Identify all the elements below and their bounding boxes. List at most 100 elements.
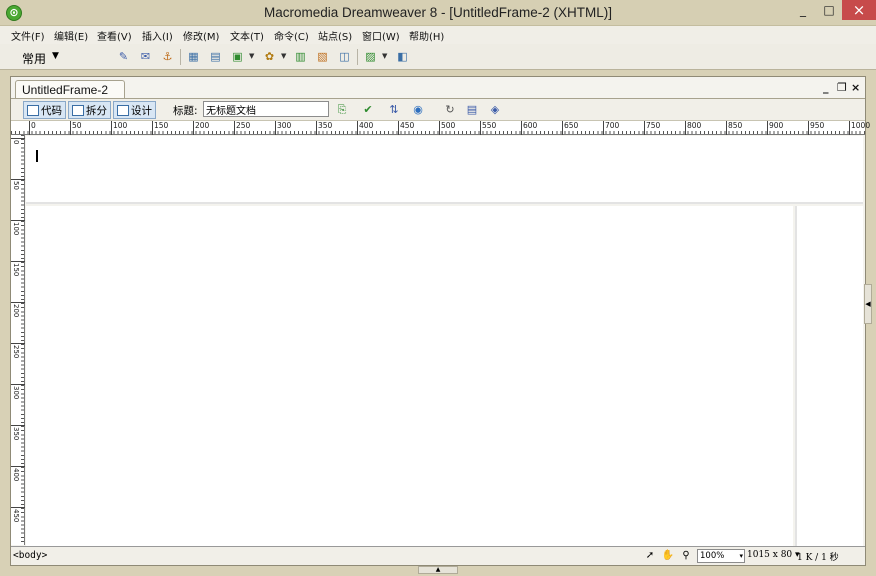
ruler-label: 50 [12, 181, 20, 190]
select-tool-icon[interactable]: ➚ [643, 549, 657, 563]
code-view-label: 代码 [41, 105, 62, 117]
refresh-icon[interactable]: ↻ [441, 102, 459, 118]
ruler-label: 450 [400, 121, 415, 130]
ruler-label: 150 [12, 263, 20, 277]
ruler-tick [11, 179, 25, 180]
ruler-tick [11, 507, 25, 508]
code-view-icon [27, 105, 39, 116]
ruler-label: 700 [605, 121, 620, 130]
doc-close-button[interactable]: × [851, 81, 860, 94]
menu-site[interactable]: 站点(S) [318, 28, 352, 43]
horizontal-ruler: 0 50 100 150 200 250 300 350 400 450 500 550 600 650 7… [11, 121, 870, 135]
chevron-down-icon[interactable]: ▼ [249, 52, 254, 60]
table-icon[interactable]: ▦ [185, 48, 202, 65]
close-button[interactable]: × [842, 0, 876, 20]
ruler-label: 250 [12, 345, 20, 359]
comment-icon[interactable]: ◫ [336, 48, 353, 65]
browser-compat-icon[interactable]: ⎘ [333, 102, 351, 118]
document-window: UntitledFrame-2 _ ❐ × 代码 拆分 设计 标题: ⎘ ✔ ⇅… [10, 76, 870, 566]
right-frame[interactable] [795, 206, 863, 546]
ruler-label: 200 [12, 304, 20, 318]
ruler-tick [111, 121, 112, 135]
preview-browser-icon[interactable]: ◉ [409, 102, 427, 118]
ruler-tick [439, 121, 440, 135]
ruler-tick [480, 121, 481, 135]
email-link-icon[interactable]: ✉ [137, 48, 154, 65]
minimize-button[interactable]: _ [790, 0, 816, 20]
zoom-tool-icon[interactable]: ⚲ [679, 549, 693, 563]
panel-expander-bottom[interactable]: ▲ [418, 566, 458, 574]
ruler-label: 150 [154, 121, 169, 130]
validate-icon[interactable]: ✔ [359, 102, 377, 118]
maximize-button[interactable]: □ [816, 0, 842, 20]
split-view-icon [72, 105, 84, 116]
menu-bar: 文件(F) 编辑(E) 查看(V) 插入(I) 修改(M) 文本(T) 命令(C… [0, 26, 876, 44]
ruler-tick [11, 425, 25, 426]
ruler-label: 200 [195, 121, 210, 130]
ruler-label: 650 [564, 121, 579, 130]
hyperlink-icon[interactable]: ✎ [115, 48, 132, 65]
menu-edit[interactable]: 编辑(E) [54, 28, 88, 43]
ruler-tick [193, 121, 194, 135]
ruler-tick [11, 220, 25, 221]
ruler-label: 350 [318, 121, 333, 130]
date-icon[interactable]: ▥ [292, 48, 309, 65]
ruler-tick [603, 121, 604, 135]
ruler-tick [11, 138, 25, 139]
chevron-down-icon[interactable]: ▼ [52, 51, 59, 61]
split-view-label: 拆分 [86, 105, 107, 117]
menu-window[interactable]: 窗口(W) [362, 28, 400, 43]
main-frame[interactable] [26, 206, 793, 546]
code-view-button[interactable]: 代码 [23, 101, 66, 119]
document-tab[interactable]: UntitledFrame-2 [15, 80, 125, 98]
doc-restore-button[interactable]: ❐ [837, 81, 847, 94]
zoom-value: 100% [700, 551, 725, 561]
ruler-label: 400 [359, 121, 374, 130]
document-toolbar: 代码 拆分 设计 标题: ⎘ ✔ ⇅ ◉ ↻ ▤ ◈ [11, 98, 865, 121]
insert-bar: 常用 ▼ ✎ ✉ ⚓ ▦ ▤ ▣ ▼ ✿ ▼ ▥ ▧ ◫ ▨ ▼ ◧ [0, 44, 876, 70]
split-view-button[interactable]: 拆分 [68, 101, 111, 119]
media-icon[interactable]: ✿ [261, 48, 278, 65]
menu-commands[interactable]: 命令(C) [274, 28, 309, 43]
doc-minimize-button[interactable]: _ [823, 81, 829, 94]
ruler-label: 950 [810, 121, 825, 130]
menu-view[interactable]: 查看(V) [97, 28, 132, 43]
view-options-icon[interactable]: ▤ [463, 102, 481, 118]
zoom-select[interactable]: 100% ▾ [697, 549, 745, 563]
panel-expander-right[interactable]: ◀ [864, 284, 872, 324]
title-bar: ⊙ Macromedia Dreamweaver 8 - [UntitledFr… [0, 0, 876, 26]
menu-insert[interactable]: 插入(I) [142, 28, 173, 43]
menu-help[interactable]: 帮助(H) [409, 28, 444, 43]
image-icon[interactable]: ▣ [229, 48, 246, 65]
ruler-label: 500 [441, 121, 456, 130]
insert-category-select[interactable]: 常用 [22, 50, 46, 67]
server-include-icon[interactable]: ▧ [314, 48, 331, 65]
ruler-label: 100 [12, 222, 20, 236]
chevron-down-icon[interactable]: ▼ [281, 52, 286, 60]
menu-text[interactable]: 文本(T) [230, 28, 264, 43]
ruler-tick [11, 261, 25, 262]
ruler-tick [11, 302, 25, 303]
ruler-tick [357, 121, 358, 135]
tag-chooser-icon[interactable]: ◧ [394, 48, 411, 65]
menu-modify[interactable]: 修改(M) [183, 28, 219, 43]
title-input[interactable] [203, 101, 329, 117]
visual-aids-icon[interactable]: ◈ [486, 102, 504, 118]
menu-file[interactable]: 文件(F) [11, 28, 45, 43]
top-frame[interactable] [26, 136, 863, 204]
ruler-tick [521, 121, 522, 135]
ruler-tick [275, 121, 276, 135]
window-size-value: 1015 x 80 [747, 550, 793, 560]
layer-icon[interactable]: ▤ [207, 48, 224, 65]
ruler-label: 300 [12, 386, 20, 400]
templates-icon[interactable]: ▨ [362, 48, 379, 65]
design-view-label: 设计 [131, 105, 152, 117]
hand-tool-icon[interactable]: ✋ [661, 549, 675, 563]
file-management-icon[interactable]: ⇅ [385, 102, 403, 118]
tag-selector[interactable]: <body> [13, 550, 47, 561]
design-view-button[interactable]: 设计 [113, 101, 156, 119]
ruler-label: 0 [31, 121, 36, 130]
window-size-select[interactable]: 1015 x 80 ▾ [747, 550, 800, 560]
named-anchor-icon[interactable]: ⚓ [159, 48, 176, 65]
chevron-down-icon[interactable]: ▼ [382, 52, 387, 60]
